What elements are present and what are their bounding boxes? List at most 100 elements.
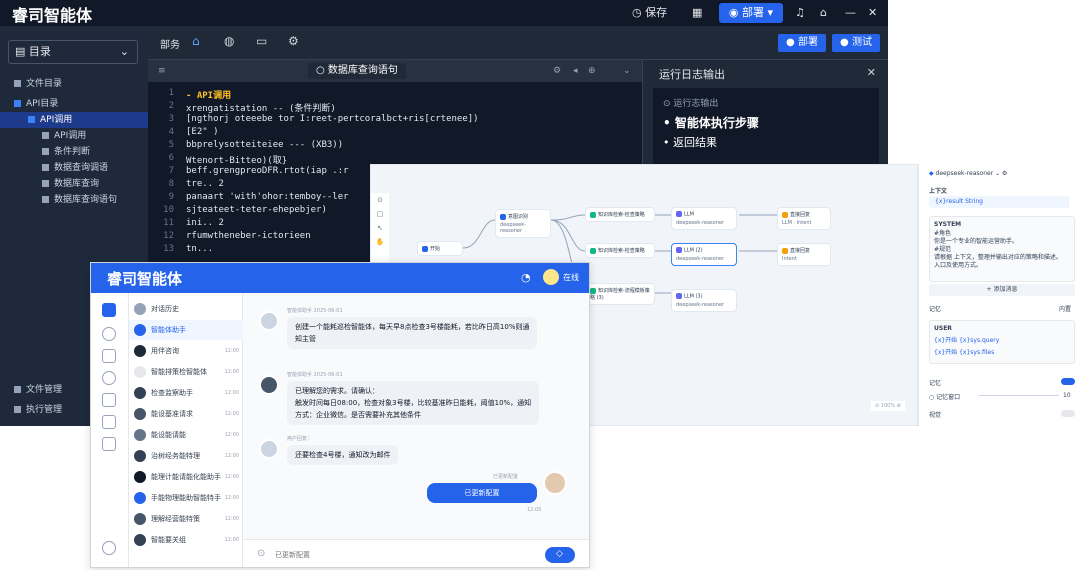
- memory-toggle[interactable]: [1061, 378, 1075, 385]
- conversation-item[interactable]: 智能体助手: [129, 320, 243, 340]
- code-line: Wtenort-Bitteo)(取}: [186, 156, 288, 166]
- conversation-item[interactable]: 能设能请能 12:00: [129, 425, 243, 445]
- node-title: LLM (2): [684, 247, 703, 254]
- history-header[interactable]: 对话历史: [129, 299, 243, 319]
- task-icon[interactable]: [102, 415, 116, 429]
- tree-item[interactable]: API调用: [0, 112, 148, 128]
- menu-icon[interactable]: ≡: [158, 60, 166, 82]
- workflow-node[interactable]: 直接回复 LLM · Intent: [777, 207, 831, 230]
- clock-icon[interactable]: [102, 371, 116, 385]
- tree-item[interactable]: 数据库查询: [0, 176, 148, 192]
- folder-icon: [14, 80, 21, 87]
- workflow-node[interactable]: LLM (2) deepseek-reasoner: [671, 243, 737, 266]
- chat-main: 智能体助手 2025-06-01 创建一个能耗巡检智能体，每天早8点检查3号楼能耗…: [243, 293, 589, 567]
- clock-icon: ◷: [632, 6, 642, 19]
- prompt-line: #规范: [934, 246, 952, 253]
- arrow-left-icon[interactable]: ◂: [573, 60, 578, 82]
- deploy-button[interactable]: ● 部署: [778, 34, 826, 52]
- assistant-avatar: [259, 439, 279, 459]
- send-button[interactable]: ◇: [545, 547, 575, 563]
- home-icon[interactable]: [102, 303, 116, 317]
- node-type-icon: [676, 247, 682, 253]
- workflow-node[interactable]: 知识库检索-流程模板策略 (3): [585, 283, 655, 305]
- workflow-node[interactable]: 知识库检索-检查策略: [585, 243, 655, 258]
- workflow-node[interactable]: 意图识别 deepseek-reasoner: [495, 209, 551, 238]
- workflow-node[interactable]: 直接回复 Intent: [777, 243, 831, 266]
- chat-input[interactable]: [275, 547, 535, 563]
- conversation-item[interactable]: 能设基准请求 12:00: [129, 404, 243, 424]
- avatar: [134, 408, 146, 420]
- test-button[interactable]: ● 测试: [832, 34, 880, 52]
- conversation-item[interactable]: 检查监察助手 12:00: [129, 383, 243, 403]
- workflow-node[interactable]: 知识库检索-检查策略: [585, 207, 655, 222]
- conversation-item[interactable]: 智能要关组 12:00: [129, 530, 243, 550]
- user-prompt-box[interactable]: USER {x}开始 {x}sys.query {x}开始 {x}sys.fil…: [929, 320, 1075, 364]
- memory-value[interactable]: 内置: [1059, 304, 1071, 313]
- line-number: 1: [168, 88, 174, 98]
- menu-icon[interactable]: ⌂: [820, 4, 827, 22]
- close-icon[interactable]: ✕: [868, 4, 877, 22]
- conversation-label: 手能物理能助智能特手: [151, 494, 221, 502]
- settings-icon[interactable]: ⚙: [288, 34, 299, 48]
- tree-item[interactable]: 文件目录: [0, 76, 148, 92]
- conversation-label: 智能要关组: [151, 536, 186, 544]
- save-button[interactable]: ◷ 保存: [632, 4, 667, 22]
- avatar[interactable]: [543, 269, 559, 285]
- model-selector[interactable]: ◆ deepseek-reasoner ⌄ ⚙: [929, 170, 1007, 177]
- zoom-control[interactable]: ⊖ 100% ⊕: [871, 401, 905, 411]
- bell-icon[interactable]: ♫: [795, 4, 805, 22]
- message-line: 创建一个能耗巡检智能体，每天早8点检查3号楼能耗，若比昨日高10%则通: [295, 323, 530, 331]
- close-icon[interactable]: ✕: [867, 66, 876, 79]
- save-icon[interactable]: ▭: [256, 34, 267, 48]
- chevron-down-icon[interactable]: ⌄: [623, 60, 631, 82]
- conversation-item[interactable]: 治树经务能特理 12:00: [129, 446, 243, 466]
- window-slider[interactable]: [979, 395, 1059, 396]
- conversation-time: 12:00: [224, 516, 239, 522]
- calendar-icon[interactable]: [102, 437, 116, 451]
- workflow-node[interactable]: LLM deepseek-reasoner: [671, 207, 737, 230]
- conversation-time: 12:00: [224, 369, 239, 375]
- node-subtitle: Intent: [782, 256, 797, 262]
- assistant-avatar: [259, 375, 279, 395]
- workflow-node[interactable]: 开始: [417, 241, 463, 256]
- tree-item[interactable]: 条件判断: [0, 144, 148, 160]
- apps-icon[interactable]: [102, 349, 116, 363]
- bell-icon[interactable]: ◔: [521, 271, 531, 284]
- line-number: 12: [163, 231, 174, 241]
- directory-select[interactable]: ▤ 目录 ⌄: [8, 40, 138, 64]
- tree-item[interactable]: 数据查询调语: [0, 160, 148, 176]
- add-message-button[interactable]: + 添加消息: [929, 284, 1075, 296]
- conversation-item[interactable]: 智能排策检智能体 12:00: [129, 362, 243, 382]
- node-title: 知识库检索-检查策略: [598, 212, 645, 218]
- folder-icon[interactable]: [102, 393, 116, 407]
- settings-icon[interactable]: ⚙: [553, 60, 561, 82]
- editor-tab[interactable]: ○ 数据库查询语句: [308, 63, 406, 79]
- grid-icon[interactable]: ▦: [692, 4, 702, 22]
- line-number: 11: [163, 218, 174, 228]
- conversation-item[interactable]: 用伴咨询 12:00: [129, 341, 243, 361]
- workflow-node[interactable]: LLM (3) deepseek-reasoner: [671, 289, 737, 312]
- target-icon[interactable]: ⊕: [588, 60, 596, 82]
- system-prompt-box[interactable]: SYSTEM #角色 你是一个专业的智能运营助手。 #规范 请根据 上下文，整理并输出…: [929, 216, 1075, 282]
- vision-toggle[interactable]: [1061, 410, 1075, 417]
- attach-icon[interactable]: ⊙: [257, 548, 265, 559]
- conversation-item[interactable]: 手能物理能助智能特手 12:00: [129, 488, 243, 508]
- minimize-icon[interactable]: —: [845, 4, 856, 22]
- code-line: panaart 'with'ohor:temboy--ler: [186, 192, 349, 202]
- deploy-top-button[interactable]: ◉ 部署 ▾: [719, 3, 783, 23]
- conversation-time: 12:00: [224, 390, 239, 396]
- conversation-item[interactable]: 理解经营能特策 12:00: [129, 509, 243, 529]
- context-variable[interactable]: {x}result String: [929, 196, 1069, 208]
- tree-item[interactable]: API目录: [0, 96, 148, 112]
- conversation-item[interactable]: 能理计能请能化能助手 12:00: [129, 467, 243, 487]
- conversation-label: 检查监察助手: [151, 389, 193, 397]
- tree-item[interactable]: API调用: [0, 128, 148, 144]
- globe-icon[interactable]: ◍: [224, 34, 234, 48]
- tree-item[interactable]: 数据库查询语句: [0, 192, 148, 208]
- file-icon: [42, 132, 49, 139]
- chat-input-bar: ⊙ ◇: [243, 539, 589, 567]
- chat-icon[interactable]: [102, 327, 116, 341]
- home-icon[interactable]: ⌂: [192, 34, 200, 48]
- settings-icon[interactable]: [102, 541, 116, 555]
- tab-services[interactable]: 部务: [160, 36, 180, 51]
